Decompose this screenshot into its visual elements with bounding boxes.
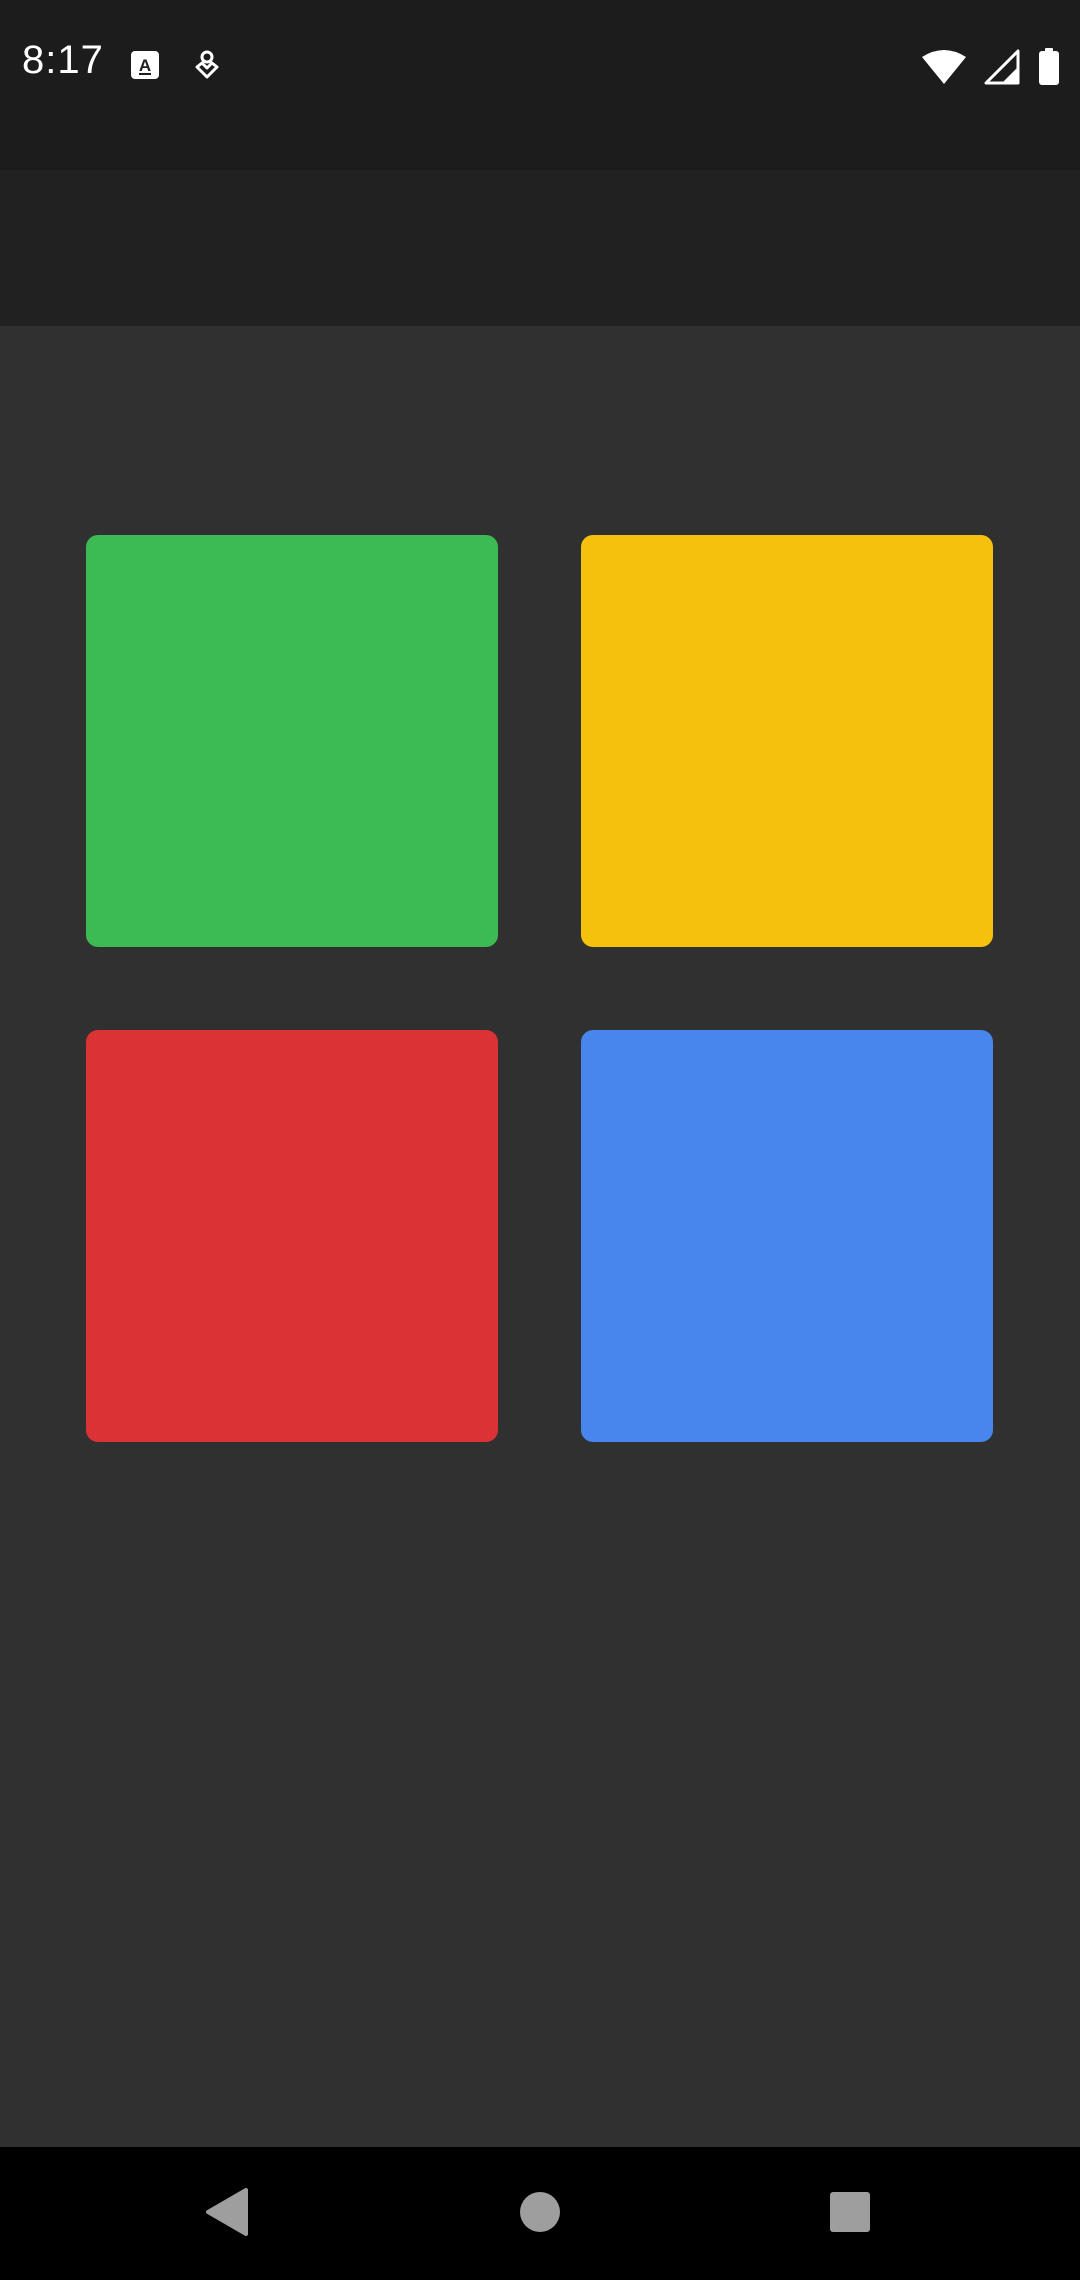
back-button[interactable] [195, 2182, 259, 2246]
cellular-signal-icon [984, 49, 1020, 89]
translate-icon: A [130, 50, 160, 84]
home-button[interactable] [508, 2182, 572, 2246]
blue-tile[interactable] [581, 1030, 993, 1442]
recents-button[interactable] [818, 2182, 882, 2246]
status-time: 8:17 [22, 38, 104, 82]
svg-text:A: A [139, 56, 151, 75]
home-icon [518, 2190, 562, 2238]
recents-icon [828, 2190, 872, 2238]
status-bar: 8:17 A [0, 0, 1080, 170]
app-bar [0, 170, 1080, 326]
red-tile[interactable] [86, 1030, 498, 1442]
back-icon [204, 2187, 250, 2241]
yellow-tile[interactable] [581, 535, 993, 947]
green-tile[interactable] [86, 535, 498, 947]
wifi-icon [922, 49, 966, 89]
battery-icon [1038, 48, 1060, 90]
assistant-icon [194, 50, 220, 84]
